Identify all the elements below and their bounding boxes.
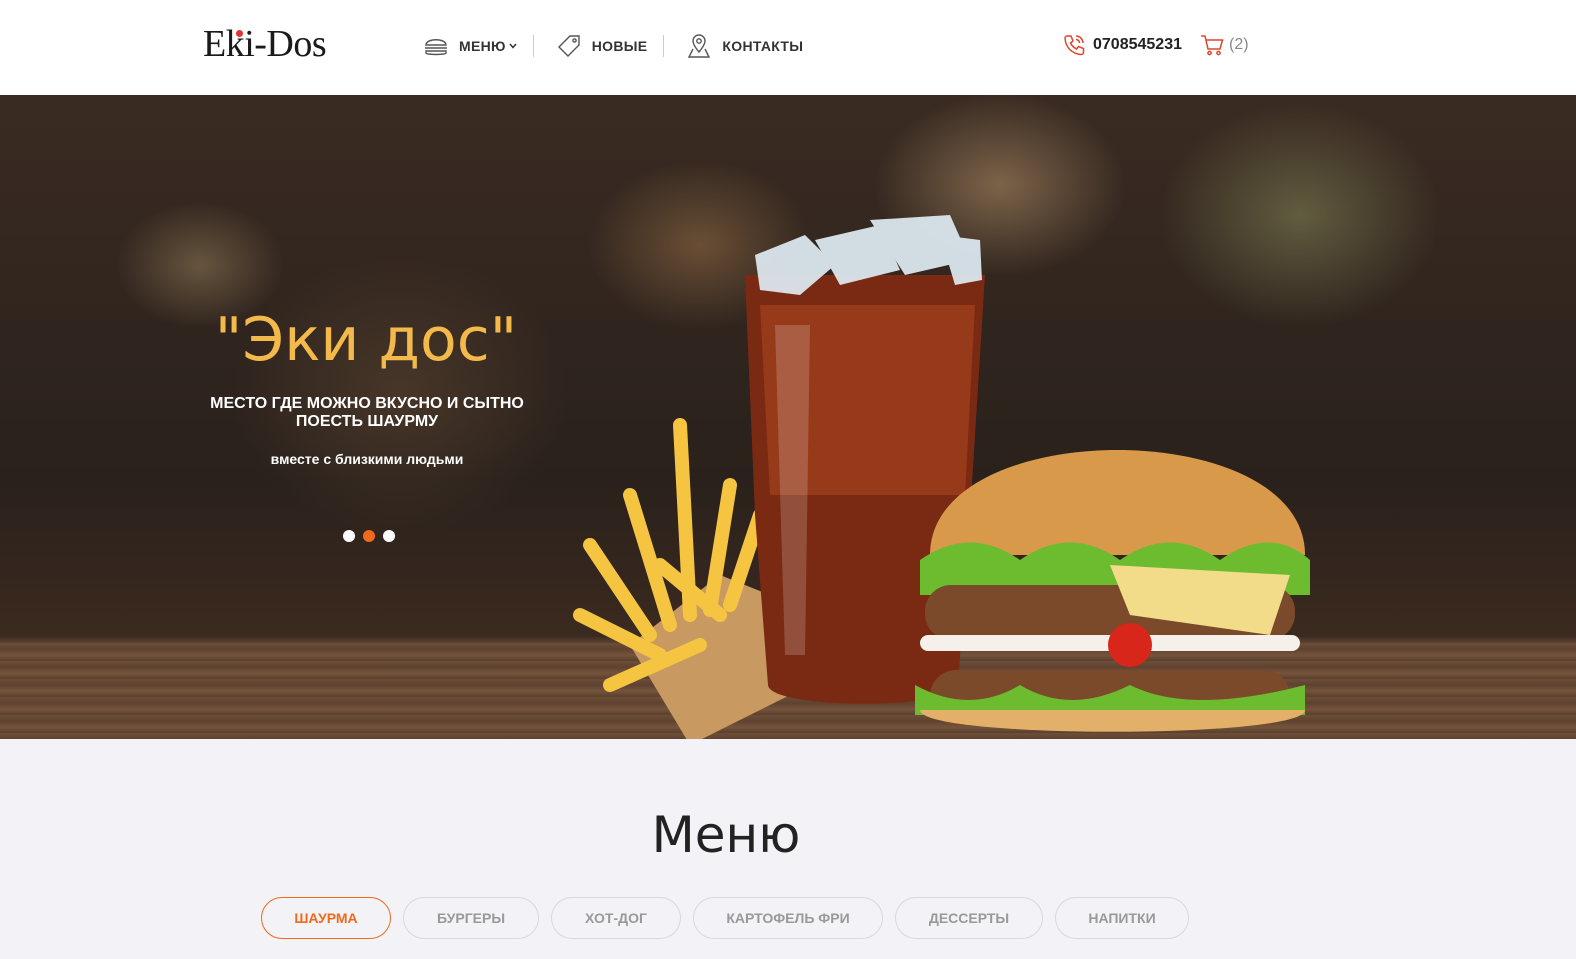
main-nav: МЕНЮ НОВЫЕ КОНТАКТЫ <box>423 30 803 62</box>
nav-contacts-label: КОНТАКТЫ <box>722 38 804 54</box>
nav-new-label: НОВЫЕ <box>591 38 648 54</box>
chevron-down-icon <box>509 43 517 49</box>
slider-dot-2[interactable] <box>363 530 375 542</box>
nav-contacts[interactable]: КОНТАКТЫ <box>686 30 803 62</box>
burger-image <box>915 450 1310 732</box>
phone-number: 0708545231 <box>1093 36 1182 53</box>
phone-link[interactable]: 0708545231 <box>1061 31 1182 59</box>
slider-dot-3[interactable] <box>383 530 395 542</box>
tab-drinks[interactable]: НАПИТКИ <box>1055 897 1189 939</box>
hero-subtitle: МЕСТО ГДЕ МОЖНО ВКУСНО И СЫТНО ПОЕСТЬ ША… <box>210 395 524 430</box>
nav-menu[interactable]: МЕНЮ <box>423 30 517 62</box>
tab-hotdog[interactable]: ХОТ-ДОГ <box>551 897 681 939</box>
cart-count: (2) <box>1229 36 1249 53</box>
nav-new[interactable]: НОВЫЕ <box>556 30 648 62</box>
hero-slider: "Эки дос" МЕСТО ГДЕ МОЖНО ВКУСНО И СЫТНО… <box>0 95 1576 739</box>
map-pin-icon <box>688 34 711 58</box>
slider-dots <box>343 530 395 542</box>
tab-shawarma[interactable]: ШАУРМА <box>261 897 391 939</box>
menu-category-tabs: ШАУРМА БУРГЕРЫ ХОТ-ДОГ КАРТОФЕЛЬ ФРИ ДЕС… <box>261 897 1201 939</box>
site-header: Eki-Dos МЕНЮ НОВЫЕ КОНТАКТЫ 0708545231 (… <box>0 0 1576 95</box>
logo[interactable]: Eki-Dos <box>203 22 327 66</box>
phone-icon <box>1064 35 1085 56</box>
nav-divider <box>532 35 534 57</box>
cart-icon <box>1201 35 1224 56</box>
hero-tagline: вместе с близкими людьми <box>270 451 464 467</box>
tab-fries[interactable]: КАРТОФЕЛЬ ФРИ <box>693 897 883 939</box>
food-illustration <box>573 215 1310 739</box>
cart-button[interactable]: (2) <box>1199 31 1249 59</box>
nav-menu-label: МЕНЮ <box>459 38 506 54</box>
burger-icon <box>425 39 447 56</box>
tab-desserts[interactable]: ДЕССЕРТЫ <box>895 897 1043 939</box>
slider-dot-1[interactable] <box>343 530 355 542</box>
tab-burgers[interactable]: БУРГЕРЫ <box>403 897 539 939</box>
nav-divider <box>663 35 665 57</box>
hero-title: "Эки дос" <box>214 305 518 375</box>
menu-section-title: Меню <box>651 806 801 864</box>
logo-dot <box>236 30 243 37</box>
tag-icon <box>557 35 580 57</box>
